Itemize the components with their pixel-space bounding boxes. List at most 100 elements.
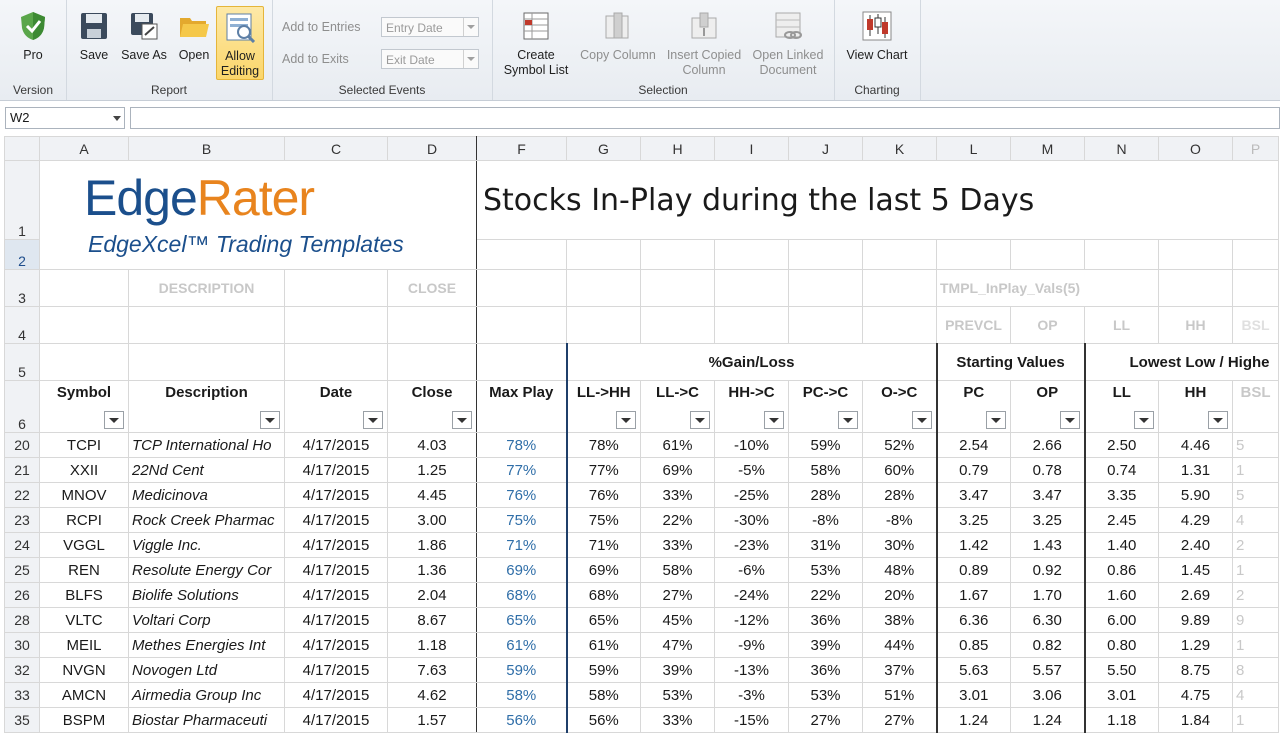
cell-llhh[interactable]: 75% [566, 507, 641, 533]
cell[interactable] [39, 343, 129, 381]
cell-mp[interactable]: 68% [476, 582, 568, 608]
formula-input[interactable] [130, 107, 1280, 129]
cell-sym[interactable]: MEIL [39, 632, 129, 658]
cell-hhc[interactable]: -13% [714, 657, 789, 683]
cell-date[interactable]: 4/17/2015 [284, 607, 388, 633]
cell-date[interactable]: 4/17/2015 [284, 632, 388, 658]
cell[interactable] [387, 306, 477, 344]
cell-llhh[interactable]: 58% [566, 682, 641, 708]
cell-pc[interactable]: 0.85 [936, 632, 1011, 658]
cell-op[interactable]: 2.66 [1010, 432, 1086, 458]
cell-mp[interactable]: 56% [476, 707, 568, 733]
row-header[interactable]: 4 [4, 306, 40, 344]
cell-hh[interactable]: 4.29 [1158, 507, 1233, 533]
cell-hh[interactable]: 2.40 [1158, 532, 1233, 558]
cell-pc[interactable]: 1.24 [936, 707, 1011, 733]
row-header[interactable]: 1 [4, 160, 40, 240]
cell-op[interactable]: 0.92 [1010, 557, 1086, 583]
cell-pc[interactable]: 3.25 [936, 507, 1011, 533]
cell-pc[interactable]: 0.89 [936, 557, 1011, 583]
tmpl-code-cell[interactable]: TMPL_InPlay_Vals(5) [936, 269, 1159, 307]
cell-llhh[interactable]: 77% [566, 457, 641, 483]
cell-p[interactable]: 1 [1232, 457, 1279, 483]
cell-llc[interactable]: 33% [640, 482, 715, 508]
cell-oc[interactable]: 27% [862, 707, 938, 733]
column-title-cell[interactable]: HH->C [714, 380, 789, 433]
cell[interactable] [566, 306, 641, 344]
bsl-code-cell[interactable]: BSL [1232, 306, 1279, 344]
row-header[interactable]: 21 [4, 457, 40, 483]
cell-llc[interactable]: 47% [640, 632, 715, 658]
cell-hh[interactable]: 1.29 [1158, 632, 1233, 658]
cell-oc[interactable]: -8% [862, 507, 938, 533]
filter-dropdown-icon[interactable] [260, 411, 280, 429]
hh-code-cell[interactable]: HH [1158, 306, 1233, 344]
cell-sym[interactable]: XXII [39, 457, 129, 483]
cell-desc[interactable]: Medicinova [128, 482, 285, 508]
filter-dropdown-icon[interactable] [1059, 411, 1080, 429]
cell-hh[interactable]: 9.89 [1158, 607, 1233, 633]
column-header[interactable]: N [1084, 136, 1159, 161]
copy-column-button[interactable]: Copy Column [578, 6, 658, 63]
cell-desc[interactable]: Biolife Solutions [128, 582, 285, 608]
cell-close[interactable]: 4.62 [387, 682, 477, 708]
column-header[interactable]: D [387, 136, 477, 161]
cell-hhc[interactable]: -24% [714, 582, 789, 608]
column-title-cell[interactable]: BSL [1232, 380, 1279, 433]
row-header[interactable]: 20 [4, 432, 40, 458]
cell[interactable] [566, 239, 641, 270]
column-title-cell[interactable]: Max Play [476, 380, 568, 433]
cell[interactable] [862, 306, 937, 344]
cell-llc[interactable]: 27% [640, 582, 715, 608]
cell-date[interactable]: 4/17/2015 [284, 507, 388, 533]
cell-hh[interactable]: 1.84 [1158, 707, 1233, 733]
op-code-cell[interactable]: OP [1010, 306, 1085, 344]
row-header[interactable]: 26 [4, 582, 40, 608]
cell-hh[interactable]: 1.45 [1158, 557, 1233, 583]
cell-ll[interactable]: 6.00 [1084, 607, 1159, 633]
cell-ll[interactable]: 0.74 [1084, 457, 1159, 483]
cell-date[interactable]: 4/17/2015 [284, 557, 388, 583]
filter-dropdown-icon[interactable] [616, 411, 636, 429]
cell-oc[interactable]: 48% [862, 557, 938, 583]
column-header[interactable]: J [788, 136, 863, 161]
cell-sym[interactable]: MNOV [39, 482, 129, 508]
prevcl-code-cell[interactable]: PREVCL [936, 306, 1011, 344]
column-title-cell[interactable]: Symbol [39, 380, 129, 433]
entry-date-select[interactable]: Entry Date [381, 17, 479, 37]
cell[interactable] [387, 343, 477, 381]
cell-pcc[interactable]: 53% [788, 682, 863, 708]
exit-date-select[interactable]: Exit Date [381, 49, 479, 69]
cell-hh[interactable]: 1.31 [1158, 457, 1233, 483]
row-header[interactable]: 25 [4, 557, 40, 583]
cell-ll[interactable]: 2.50 [1084, 432, 1159, 458]
cell-llhh[interactable]: 69% [566, 557, 641, 583]
cell-oc[interactable]: 44% [862, 632, 938, 658]
row-header[interactable]: 23 [4, 507, 40, 533]
cell-ll[interactable]: 1.18 [1084, 707, 1159, 733]
filter-dropdown-icon[interactable] [911, 411, 932, 429]
column-header[interactable]: O [1158, 136, 1233, 161]
cell-op[interactable]: 3.25 [1010, 507, 1086, 533]
cell-pcc[interactable]: 27% [788, 707, 863, 733]
row-header[interactable]: 30 [4, 632, 40, 658]
cell-pcc[interactable]: 39% [788, 632, 863, 658]
cell-pcc[interactable]: 31% [788, 532, 863, 558]
open-linked-document-button[interactable]: Open Linked Document [748, 6, 828, 78]
cell-pcc[interactable]: -8% [788, 507, 863, 533]
column-title-cell[interactable]: OP [1010, 380, 1086, 433]
cell-mp[interactable]: 58% [476, 682, 568, 708]
cell-llc[interactable]: 53% [640, 682, 715, 708]
cell-date[interactable]: 4/17/2015 [284, 432, 388, 458]
cell-desc[interactable]: Rock Creek Pharmac [128, 507, 285, 533]
cell-pc[interactable]: 2.54 [936, 432, 1011, 458]
cell-mp[interactable]: 75% [476, 507, 568, 533]
cell-p[interactable]: 8 [1232, 657, 1279, 683]
cell-ll[interactable]: 1.60 [1084, 582, 1159, 608]
cell-close[interactable]: 1.57 [387, 707, 477, 733]
cell[interactable] [476, 306, 567, 344]
cell-sym[interactable]: AMCN [39, 682, 129, 708]
cell-p[interactable]: 4 [1232, 682, 1279, 708]
allow-editing-button[interactable]: Allow Editing [216, 6, 264, 80]
cell-llhh[interactable]: 59% [566, 657, 641, 683]
